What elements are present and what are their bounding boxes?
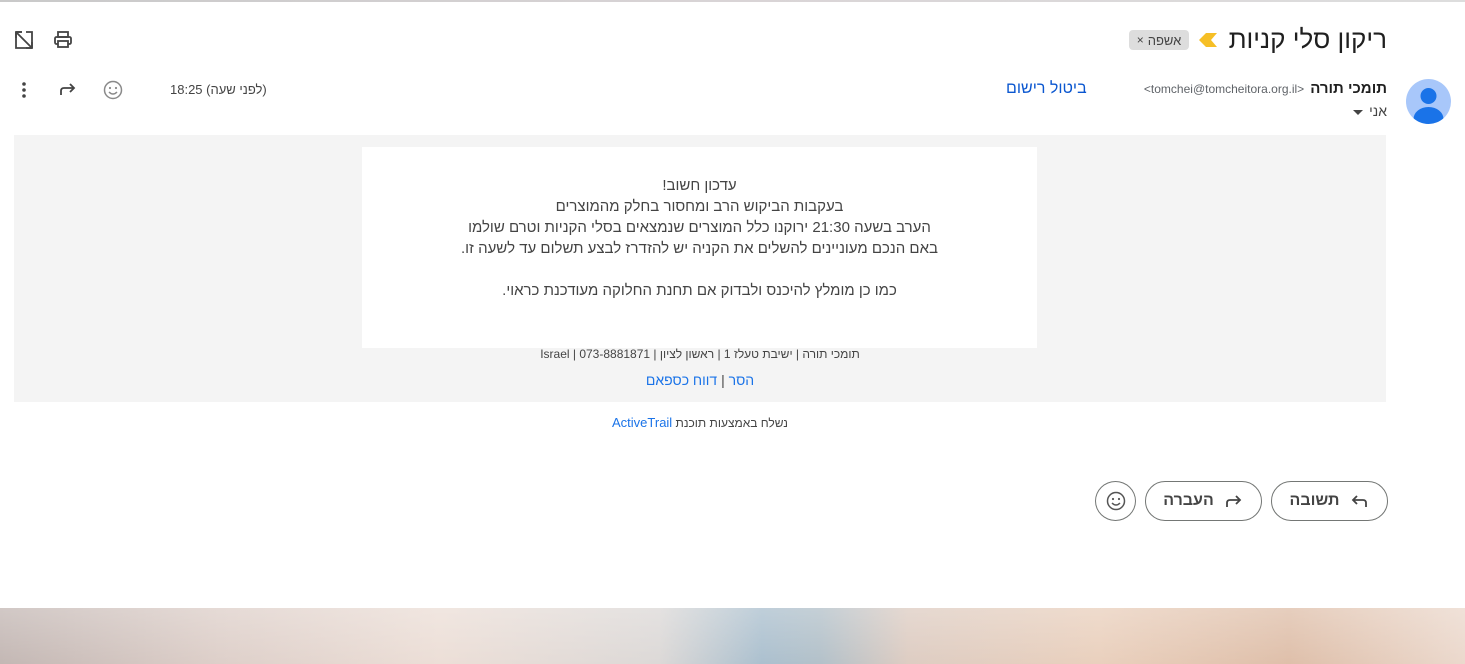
reply-button[interactable]: תשובה	[1271, 481, 1388, 521]
report-spam-link[interactable]: דווח כספאם	[646, 372, 717, 388]
reply-label: תשובה	[1289, 492, 1340, 509]
footer-links: הסר | דווח כספאם	[14, 372, 1386, 388]
top-border	[0, 0, 1465, 2]
emoji-icon	[1106, 491, 1125, 511]
forward-icon	[1225, 495, 1242, 507]
sent-via-prefix: נשלח באמצעות תוכנת	[675, 416, 788, 430]
email-line: הערב בשעה 21:30 ירוקנו כלל המוצרים שנמצא…	[468, 219, 931, 236]
print-icon[interactable]	[47, 24, 79, 56]
email-closing-line: כמו כן מומלץ להיכנס ולבדוק אם תחנת החלוק…	[502, 282, 897, 299]
emoji-reaction-icon[interactable]	[97, 74, 129, 106]
label-chip-text: אשפה	[1147, 32, 1182, 48]
forward-arrow-icon[interactable]	[52, 74, 84, 106]
sender-email: <tomchei@tomcheitora.org.il>	[1143, 82, 1305, 96]
footer-separator: |	[721, 372, 725, 388]
timestamp: 18:25 (לפני שעה)	[170, 82, 267, 97]
email-subject: ריקון סלי קניות	[1228, 24, 1387, 54]
emoji-reaction-button[interactable]	[1095, 481, 1136, 521]
email-body: עדכון חשוב! בעקבות הביקוש הרב ומחסור בחל…	[14, 135, 1386, 402]
sent-via-line: נשלח באמצעות תוכנת ActiveTrail	[0, 415, 1400, 430]
email-line: באם הנכם מעוניינים להשלים את הקניה יש לה…	[460, 240, 938, 257]
more-options-icon[interactable]	[8, 74, 40, 106]
email-line: בעקבות הביקוש הרב ומחסור בחלק מהמוצרים	[555, 198, 844, 215]
caret-down-icon	[1353, 109, 1364, 115]
forward-label: העברה	[1163, 492, 1214, 509]
remove-link[interactable]: הסר	[729, 372, 755, 388]
background-wallpaper	[0, 608, 1465, 664]
email-line: עדכון חשוב!	[662, 177, 737, 194]
forward-button[interactable]: העברה	[1145, 481, 1262, 521]
open-new-window-icon[interactable]	[8, 24, 40, 56]
footer-address: תומכי תורה | ישיבת טעלז 1 | ראשון לציון …	[540, 347, 860, 361]
important-marker-icon[interactable]	[1199, 33, 1217, 47]
email-content-card: עדכון חשוב! בעקבות הביקוש הרב ומחסור בחל…	[362, 147, 1037, 348]
activetrail-link[interactable]: ActiveTrail	[612, 415, 672, 430]
avatar[interactable]	[1406, 79, 1451, 124]
reply-icon	[1352, 495, 1368, 507]
unsubscribe-link[interactable]: ביטול רישום	[1006, 80, 1087, 98]
sender-line: תומכי תורה <tomchei@tomcheitora.org.il>	[1144, 80, 1387, 97]
sender-name[interactable]: תומכי תורה	[1310, 80, 1387, 97]
recipient-label: אני	[1369, 103, 1387, 119]
label-chip-trash[interactable]: אשפה ×	[1129, 30, 1189, 50]
recipient-details-toggle[interactable]: אני	[1353, 103, 1387, 119]
label-remove-icon[interactable]: ×	[1137, 33, 1144, 47]
